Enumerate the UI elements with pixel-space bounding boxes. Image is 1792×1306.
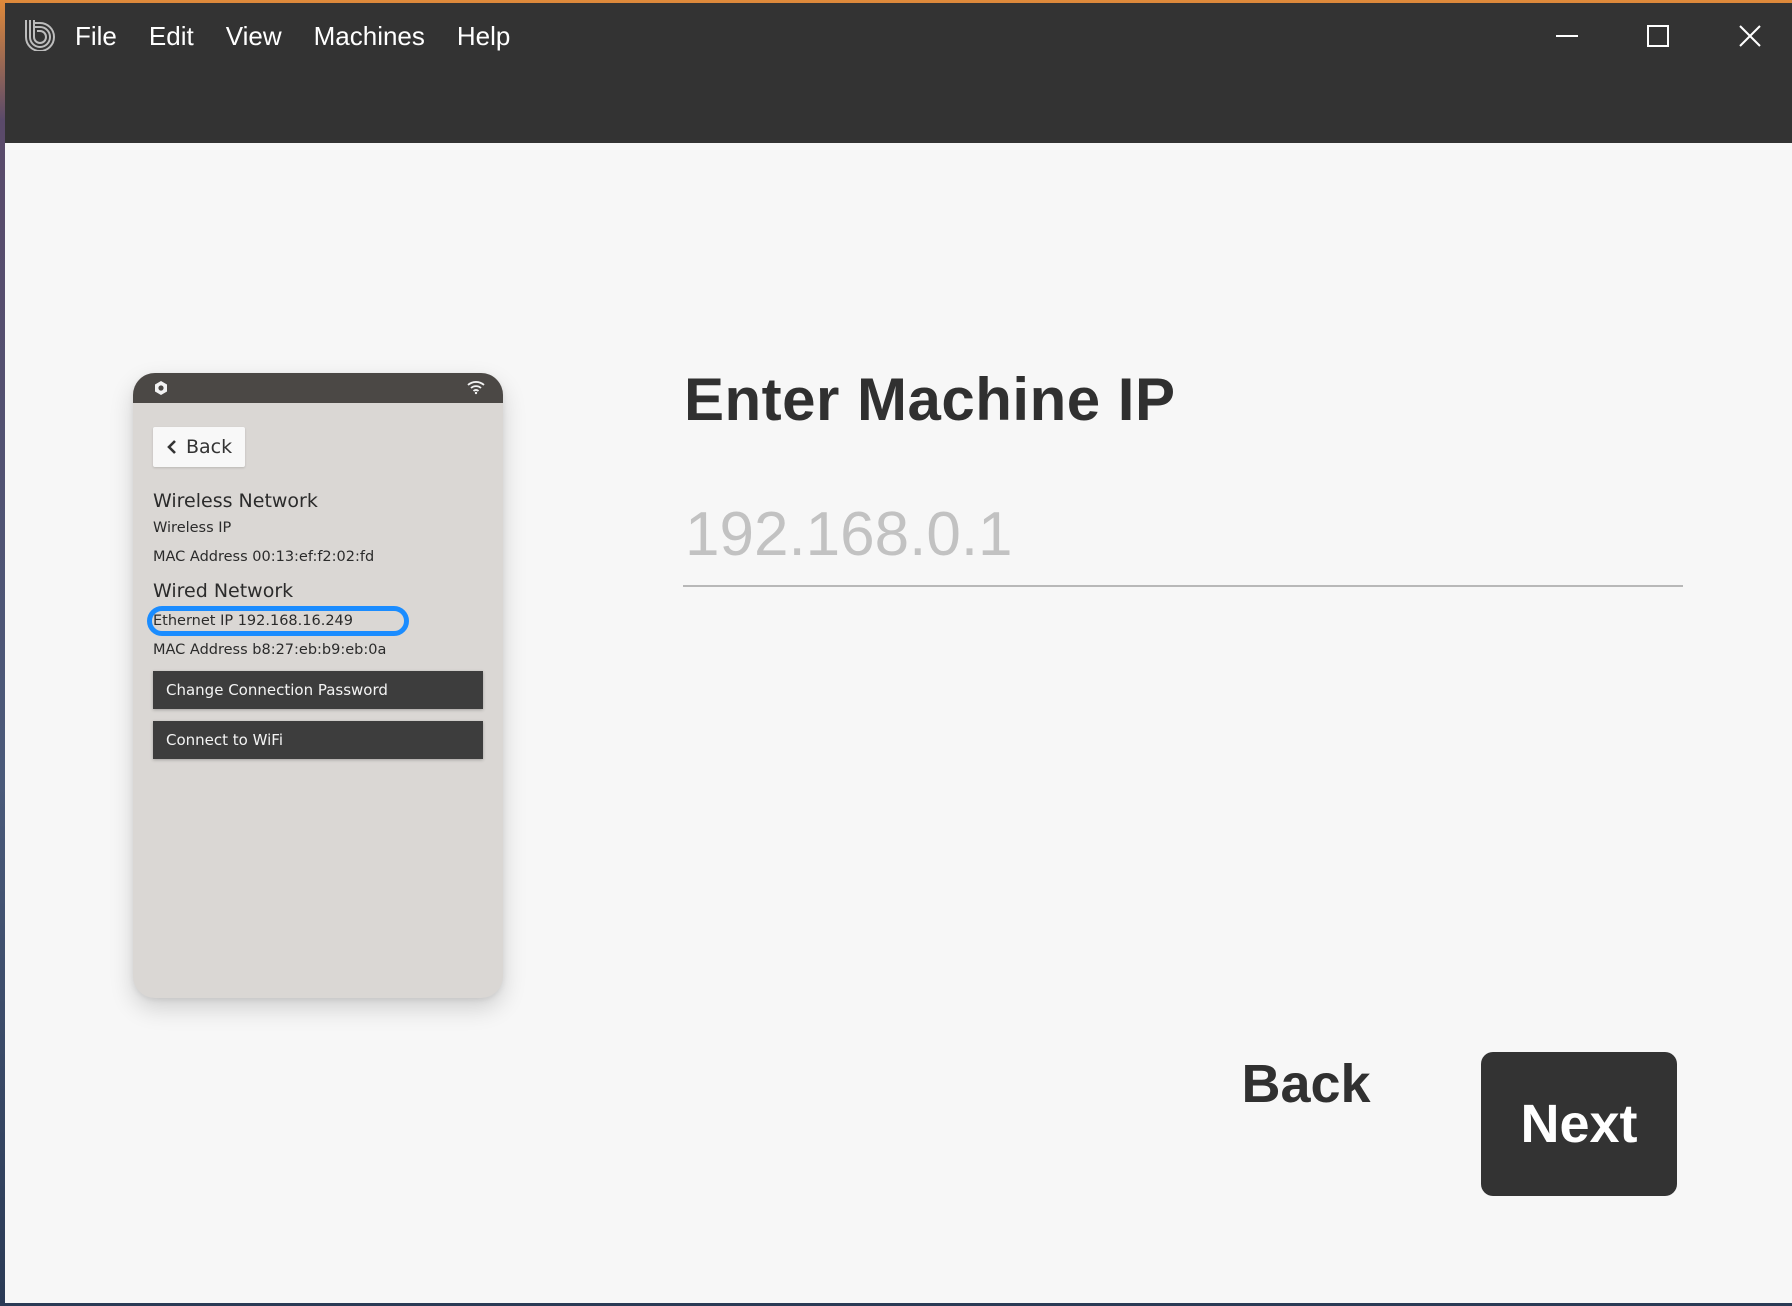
minimize-icon xyxy=(1556,35,1578,37)
maximize-icon xyxy=(1647,25,1669,47)
menu-view[interactable]: View xyxy=(226,21,282,52)
machine-ip-input[interactable] xyxy=(683,483,1683,587)
close-icon xyxy=(1739,25,1761,47)
illustration-connect-wifi-button: Connect to WiFi xyxy=(153,721,483,759)
title-bar: File Edit View Machines Help xyxy=(5,3,1792,143)
app-window: File Edit View Machines Help Back Wirele… xyxy=(5,3,1792,1303)
wifi-icon xyxy=(467,381,485,395)
ethernet-ip-highlight xyxy=(147,606,409,636)
wired-network-heading: Wired Network xyxy=(153,580,294,602)
settings-hex-icon xyxy=(155,381,167,395)
content-area: Back Wireless Network Wireless IP MAC Ad… xyxy=(5,143,1792,1303)
chevron-left-icon xyxy=(167,439,177,455)
menu-bar: File Edit View Machines Help xyxy=(75,3,542,69)
back-button[interactable]: Back xyxy=(1231,1043,1381,1125)
menu-machines[interactable]: Machines xyxy=(314,21,425,52)
wireless-mac-address: MAC Address 00:13:ef:f2:02:fd xyxy=(153,549,375,565)
illustration-back-button: Back xyxy=(153,427,245,467)
menu-edit[interactable]: Edit xyxy=(149,21,194,52)
illustration-back-label: Back xyxy=(186,436,233,458)
maximize-button[interactable] xyxy=(1632,15,1684,57)
next-button[interactable]: Next xyxy=(1481,1052,1677,1196)
illustration-status-bar xyxy=(133,373,503,403)
wireless-network-heading: Wireless Network xyxy=(153,490,318,512)
menu-file[interactable]: File xyxy=(75,21,117,52)
app-logo-icon xyxy=(23,17,55,52)
page-title: Enter Machine IP xyxy=(684,366,1176,433)
menu-help[interactable]: Help xyxy=(457,21,510,52)
close-button[interactable] xyxy=(1724,15,1776,57)
illustration-change-password-button: Change Connection Password xyxy=(153,671,483,709)
minimize-button[interactable] xyxy=(1541,15,1593,57)
wireless-ip-label: Wireless IP xyxy=(153,520,232,536)
wired-mac-address: MAC Address b8:27:eb:b9:eb:0a xyxy=(153,642,387,658)
machine-screen-illustration: Back Wireless Network Wireless IP MAC Ad… xyxy=(133,373,503,998)
